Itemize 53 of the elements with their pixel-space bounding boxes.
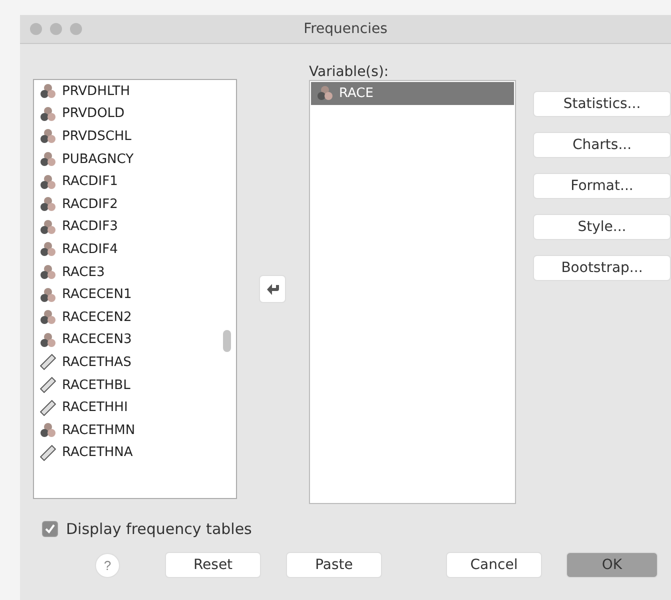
arrow-icon <box>266 282 280 296</box>
dialog-button[interactable]: Statistics... <box>533 91 671 117</box>
nominal-variable-icon <box>317 85 333 102</box>
help-button[interactable]: ? <box>95 552 120 578</box>
nominal-variable-icon <box>40 332 56 348</box>
nominal-variable-icon <box>40 128 56 144</box>
minimize-button[interactable] <box>50 23 62 35</box>
nominal-variable-icon <box>40 286 56 303</box>
variable-item[interactable]: RACDIF4 <box>34 238 236 261</box>
close-button[interactable] <box>30 23 42 35</box>
variable-item[interactable]: PRVDOLD <box>34 102 236 126</box>
variable-item[interactable]: RACE3 <box>34 260 236 284</box>
check-icon <box>45 524 55 534</box>
variable-item[interactable]: RACETHMN <box>34 418 236 442</box>
variable-item[interactable]: RACDIF2 <box>34 192 236 216</box>
dialog-button[interactable]: Paste <box>286 552 382 578</box>
nominal-variable-icon <box>40 309 56 326</box>
variable-item[interactable]: RACE <box>311 82 514 105</box>
variable-item[interactable]: RACECEN3 <box>34 328 236 352</box>
window-title: Frequencies <box>304 21 388 37</box>
variable-item[interactable]: RACECEN1 <box>34 283 236 306</box>
nominal-variable-icon <box>40 218 56 235</box>
dialog-button[interactable]: Reset <box>165 552 261 578</box>
variable-item[interactable]: RACETHAS <box>34 351 236 374</box>
nominal-variable-icon <box>40 422 56 438</box>
dialog-button[interactable]: Cancel <box>446 552 542 578</box>
variable-item[interactable]: PRVDSCHL <box>34 125 236 148</box>
move-arrow-button[interactable] <box>259 275 286 303</box>
variable-item[interactable]: RACDIF1 <box>34 170 236 193</box>
variable-item[interactable]: RACDIF3 <box>34 216 236 238</box>
nominal-variable-icon <box>40 241 56 258</box>
dialog-button[interactable]: Bootstrap... <box>533 255 671 281</box>
dialog-button[interactable]: Charts... <box>533 132 671 158</box>
dialog-button[interactable]: OK <box>566 552 658 578</box>
variables-label: Variable(s): <box>309 64 390 80</box>
display-frequency-tables-checkbox[interactable]: Display frequency tables <box>42 520 671 538</box>
nominal-variable-icon <box>40 264 56 280</box>
variable-item[interactable]: PUBAGNCY <box>34 148 236 170</box>
scrollbar-thumb[interactable] <box>222 330 231 352</box>
nominal-variable-icon <box>40 196 56 212</box>
variable-item[interactable]: RACETHNA <box>34 442 236 464</box>
nominal-variable-icon <box>40 83 56 100</box>
dialog-button[interactable]: Format... <box>533 173 671 199</box>
variable-item[interactable]: PRVDHLTH <box>34 80 236 103</box>
nominal-variable-icon <box>40 151 56 168</box>
nominal-variable-icon <box>40 106 56 122</box>
dialog-button[interactable]: Style... <box>533 214 671 240</box>
variable-item[interactable]: RACETHHI <box>34 396 236 419</box>
zoom-button[interactable] <box>70 23 82 35</box>
nominal-variable-icon <box>40 174 56 190</box>
variable-item[interactable]: RACETHBL <box>34 374 236 396</box>
variable-item[interactable]: RACECEN2 <box>34 306 236 329</box>
checkbox[interactable] <box>42 521 58 537</box>
